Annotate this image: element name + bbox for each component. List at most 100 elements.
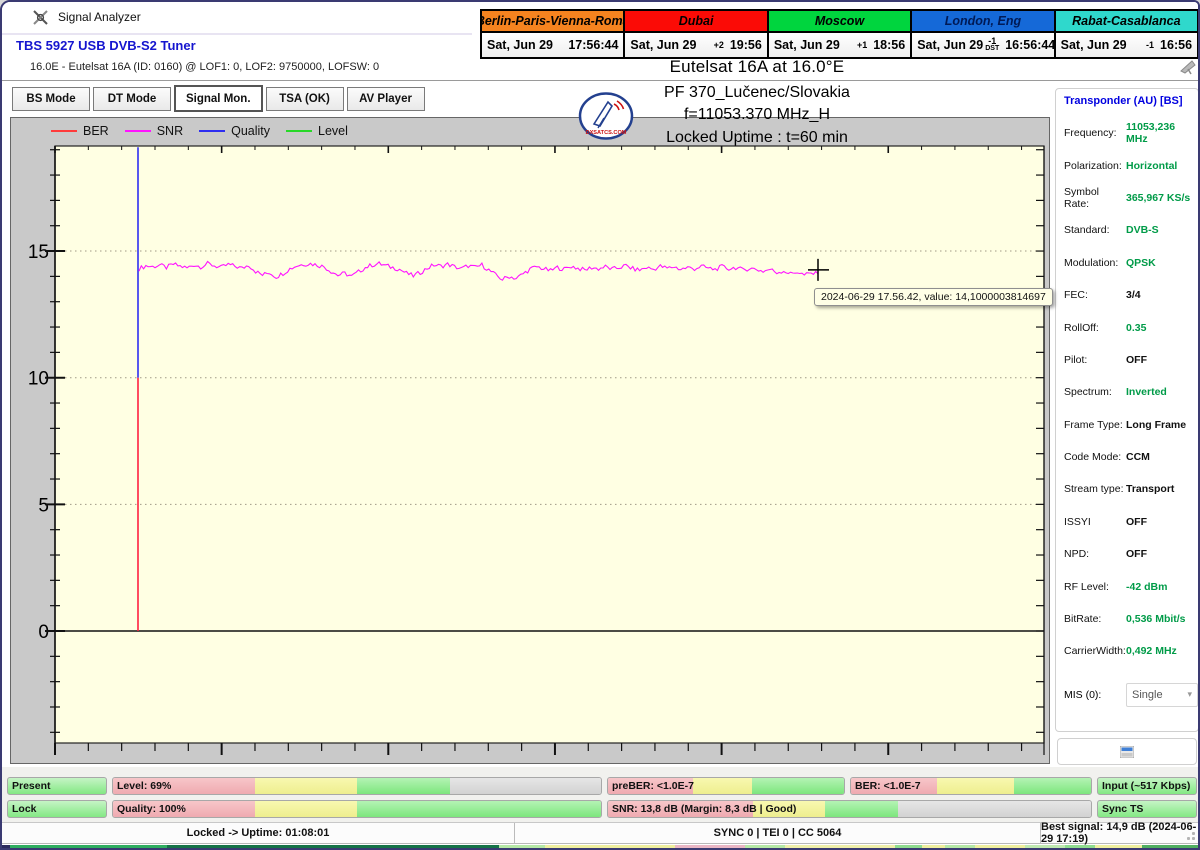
meter-snr: SNR: 13,8 dB (Margin: 8,3 dB | Good) [607, 800, 1092, 818]
tuner-info-line: 16.0E - Eutelsat 16A (ID: 0160) @ LOF1: … [30, 61, 380, 73]
strip-segment [1095, 845, 1142, 848]
strip-segment [975, 845, 1025, 848]
transponder-row-frequency-: Frequency: 11053,236 MHz [1064, 117, 1198, 149]
transponder-field-label: ISSYI [1064, 515, 1091, 528]
app-icon [33, 10, 48, 25]
clock-date: Sat, Jun 29 [487, 38, 553, 52]
antenna-icon [1180, 60, 1196, 75]
strip-segment [895, 845, 922, 848]
meter-label: BER: <1.0E-7 [855, 780, 921, 792]
clock-date: Sat, Jun 29 [630, 38, 697, 52]
status-cell-1: Locked -> Uptime: 01:08:01 [2, 823, 515, 843]
transponder-row-symbol-rate-: Symbol Rate: 365,967 KS/s [1064, 182, 1198, 214]
tab-dt-mode[interactable]: DT Mode [93, 87, 171, 111]
transponder-field-label: NPD: [1064, 548, 1090, 561]
transponder-row-carrierwidth-: CarrierWidth: 0,492 MHz [1064, 635, 1198, 667]
clock-5: Rabat-Casablanca Sat, Jun 29 -1 16:56 [1055, 11, 1198, 57]
clock-utc-offset: -1 [1146, 40, 1155, 50]
meter-segment [254, 778, 357, 794]
strip-segment [2, 845, 10, 848]
signal-analyzer-window: Signal Analyzer Berlin-Paris-Vienna-Roma… [0, 0, 1200, 850]
meter-label: preBER: <1.0E-7 [612, 780, 694, 792]
transponder-row-fec-: FEC: 3/4 [1064, 279, 1198, 311]
save-button[interactable] [1057, 738, 1197, 765]
status-cell-3: Best signal: 14,9 dB (2024-06-29 17:19) [1041, 821, 1198, 845]
legend-swatch [199, 130, 226, 132]
satellite-title: Eutelsat 16A at 16.0°E [669, 57, 845, 76]
transponder-field-label: Spectrum: [1064, 386, 1112, 399]
status-cell-2: SYNC 0 | TEI 0 | CC 5064 [515, 823, 1041, 843]
transponder-field-label: Standard: [1064, 224, 1110, 237]
transponder-row-standard-: Standard: DVB-S [1064, 214, 1198, 246]
clock-1: Berlin-Paris-Vienna-Roma Sat, Jun 29 17:56… [482, 11, 626, 57]
transponder-field-label: CarrierWidth: [1064, 645, 1126, 658]
transponder-field-value: OFF [1126, 548, 1147, 561]
meter-segment [937, 778, 1015, 794]
signal-plot[interactable]: 0 5 10 15 [11, 144, 1051, 765]
clock-4: London, Eng Sat, Jun 29 -1 DST 16:56:44 [912, 11, 1056, 57]
strip-segment [10, 845, 167, 848]
transponder-field-value: Inverted [1126, 386, 1167, 399]
transponder-row-npd-: NPD: OFF [1064, 538, 1198, 570]
save-icon [1120, 745, 1134, 758]
legend-item-snr: SNR [124, 124, 184, 138]
transponder-panel: Transponder (AU) [BS] Frequency: 11053,23… [1055, 88, 1198, 732]
clock-time-row: Sat, Jun 29 +2 19:56 [625, 33, 767, 57]
clock-time-value: 16:56:44 [1005, 38, 1056, 52]
meter-label: Present [12, 780, 51, 792]
tab-signal-mon-[interactable]: Signal Mon. [174, 85, 263, 112]
transponder-field-value: OFF [1126, 353, 1147, 366]
clock-city-label: Dubai [625, 11, 767, 33]
transponder-row-frame-type-: Frame Type: Long Frame [1064, 409, 1198, 441]
meter-label: SNR: 13,8 dB (Margin: 8,3 dB | Good) [612, 803, 797, 815]
logo-text: DXSATCS.COM [586, 130, 627, 136]
meter-segment [357, 801, 601, 817]
transponder-field-value: -42 dBm [1126, 580, 1168, 593]
clock-time-value: 16:56 [1160, 38, 1193, 52]
clock-time-row: Sat, Jun 29 +1 18:56 [768, 33, 911, 57]
mode-tabs: BS Mode DT Mode Signal Mon. TSA (OK) AV Play… [12, 85, 425, 113]
transponder-field-label: FEC: [1064, 289, 1088, 302]
background-window-strip [2, 845, 1198, 848]
y-axis-label: 10 [28, 369, 49, 390]
transponder-field-value: DVB-S [1126, 224, 1159, 237]
cursor-tooltip: 2024-06-29 17.56.42, value: 14,100000381… [814, 288, 1053, 306]
chart-legend: BER SNR Quality Level [51, 118, 348, 144]
clock-utc-offset: +1 [856, 40, 868, 50]
clock-date: Sat, Jun 29 [1060, 38, 1127, 52]
strip-segment [1142, 845, 1198, 848]
clock-time-value: 17:56:44 [568, 38, 619, 52]
tuner-name: TBS 5927 USB DVB-S2 Tuner [16, 38, 196, 53]
meter-input: Input (~517 Kbps) [1097, 777, 1197, 795]
y-axis-label: 15 [28, 242, 49, 263]
tab-bs-mode[interactable]: BS Mode [12, 87, 90, 111]
transponder-row-spectrum-: Spectrum: Inverted [1064, 376, 1198, 408]
clock-2: Dubai Sat, Jun 29 +2 19:56 [625, 11, 769, 57]
legend-swatch [286, 130, 313, 132]
signal-chart-panel: BER SNR Quality Level 0 5 10 15 [10, 117, 1050, 764]
clock-utc-offset: +2 [713, 40, 724, 50]
legend-label: SNR [156, 124, 184, 138]
y-axis-label: 0 [38, 622, 49, 643]
strip-segment [745, 845, 785, 848]
transponder-field-value: CCM [1126, 451, 1150, 464]
meter-segment [254, 801, 357, 817]
transponder-field-value: 3/4 [1126, 289, 1141, 302]
mis-select[interactable]: Single ▾ [1126, 682, 1198, 707]
transponder-row-code-mode-: Code Mode: CCM [1064, 441, 1198, 473]
divider [2, 33, 472, 35]
transponder-field-label: Stream type: [1064, 483, 1124, 496]
transponder-row-modulation-: Modulation: QPSK [1064, 247, 1198, 279]
mis-label: MIS (0): [1064, 688, 1102, 701]
tab-av-player[interactable]: AV Player [346, 87, 425, 111]
transponder-field-label: Pilot: [1064, 353, 1088, 366]
legend-item-level: Level [286, 124, 348, 138]
status-bar: Locked -> Uptime: 01:08:01 SYNC 0 | TEI 0… [2, 821, 1198, 845]
meter-label: Input (~517 Kbps) [1102, 780, 1191, 792]
transponder-field-value: Long Frame [1126, 418, 1187, 431]
transponder-field-label: Frequency: [1064, 127, 1117, 140]
meter-ber: BER: <1.0E-7 [850, 777, 1092, 795]
transponder-field-value: OFF [1126, 515, 1147, 528]
transponder-field-label: Code Mode: [1064, 451, 1122, 464]
tab-tsa-ok-[interactable]: TSA (OK) [265, 87, 344, 111]
